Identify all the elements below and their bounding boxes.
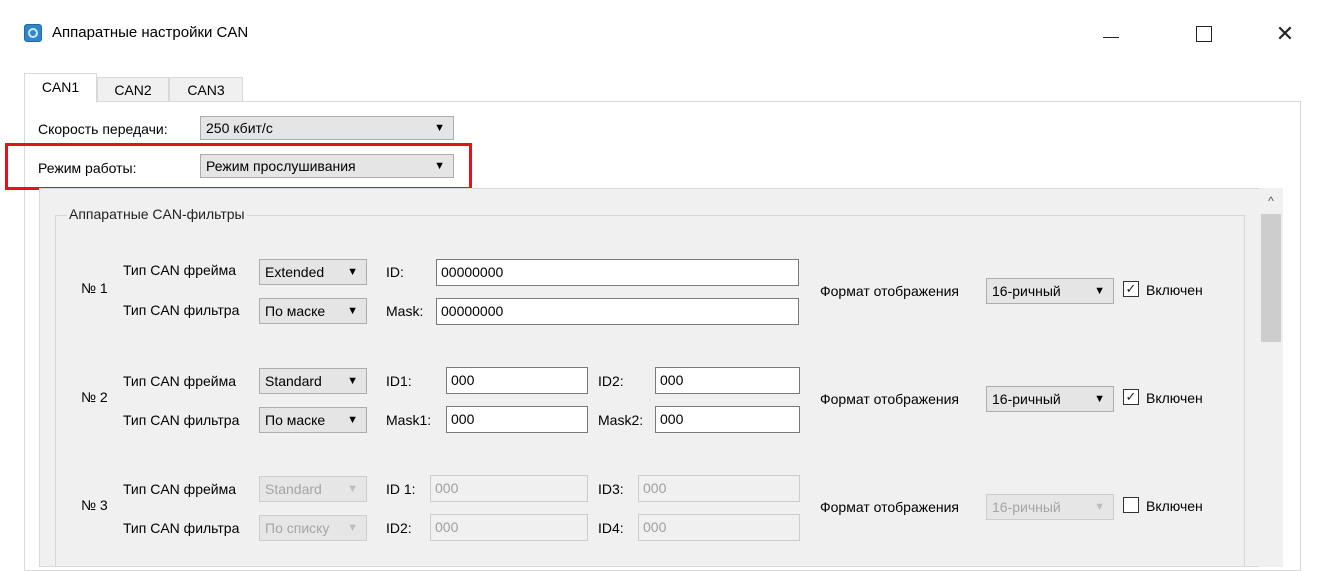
enabled-checkbox[interactable]: ✓ [1123, 389, 1139, 405]
tab-can2[interactable]: CAN2 [97, 77, 169, 102]
chevron-down-icon: ▼ [347, 375, 358, 387]
frame-type-value: Standard [265, 373, 322, 389]
id4-label: ID4: [598, 520, 624, 536]
id2-input[interactable]: 000 [655, 367, 800, 394]
tab-can3[interactable]: CAN3 [169, 77, 243, 102]
filter-type-label: Тип CAN фильтра [123, 520, 240, 536]
id2-label: ID2: [386, 520, 412, 536]
mode-highlight-box [5, 143, 472, 190]
format-value: 16-ричный [992, 391, 1061, 407]
frame-type-select[interactable]: Standard ▼ [259, 368, 367, 394]
mask-label: Mask: [386, 303, 424, 319]
filter-type-value: По списку [265, 520, 330, 536]
mask-input[interactable]: 00000000 [436, 298, 799, 325]
frame-type-select[interactable]: Extended ▼ [259, 259, 367, 285]
id4-input: 000 [638, 514, 800, 541]
window-title: Аппаратные настройки CAN [52, 24, 249, 41]
speed-value: 250 кбит/с [206, 120, 273, 136]
frame-type-value: Standard [265, 481, 322, 497]
enabled-label: Включен [1146, 390, 1203, 406]
enabled-checkbox[interactable]: ✓ [1123, 281, 1139, 297]
enabled-checkbox[interactable] [1123, 497, 1139, 513]
id1-input[interactable]: 000 [446, 367, 588, 394]
filter-type-select: По списку ▼ [259, 515, 367, 541]
id1-label: ID 1: [386, 481, 416, 497]
chevron-down-icon: ▼ [347, 266, 358, 278]
id2-label: ID2: [598, 373, 624, 389]
filter-type-select[interactable]: По маске ▼ [259, 298, 367, 324]
tab-can1[interactable]: CAN1 [24, 73, 97, 103]
filters-scroll-area: Аппаратные CAN-фильтры № 1 Тип CAN фрейм… [39, 188, 1278, 567]
format-value: 16-ричный [992, 499, 1061, 515]
chevron-down-icon: ▼ [347, 414, 358, 426]
vertical-scrollbar[interactable]: ^ [1259, 188, 1283, 567]
filter-number: № 2 [81, 389, 108, 405]
filters-group-title: Аппаратные CAN-фильтры [67, 206, 247, 222]
frame-type-select: Standard ▼ [259, 476, 367, 502]
speed-label: Скорость передачи: [38, 121, 168, 137]
frame-type-label: Тип CAN фрейма [123, 373, 236, 389]
format-label: Формат отображения [820, 499, 960, 515]
enabled-label: Включен [1146, 498, 1203, 514]
format-select[interactable]: 16-ричный ▼ [986, 278, 1114, 304]
app-icon [24, 24, 42, 42]
format-select[interactable]: 16-ричный ▼ [986, 386, 1114, 412]
minimize-button[interactable] [1088, 16, 1134, 52]
filter-type-value: По маске [265, 303, 326, 319]
title-bar: Аппаратные настройки CAN ✕ [0, 0, 1319, 66]
close-button[interactable]: ✕ [1262, 16, 1308, 52]
filter-number: № 1 [81, 280, 108, 296]
format-value: 16-ричный [992, 283, 1061, 299]
speed-select[interactable]: 250 кбит/с ▼ [200, 116, 454, 140]
id2-input: 000 [430, 514, 588, 541]
scroll-up-icon[interactable]: ^ [1259, 188, 1283, 214]
mask1-input[interactable]: 000 [446, 406, 588, 433]
chevron-down-icon: ▼ [347, 483, 358, 495]
chevron-down-icon: ▼ [347, 522, 358, 534]
chevron-down-icon: ▼ [434, 122, 445, 134]
filter-type-select[interactable]: По маске ▼ [259, 407, 367, 433]
mask2-input[interactable]: 000 [655, 406, 800, 433]
chevron-down-icon: ▼ [1094, 501, 1105, 513]
format-label: Формат отображения [820, 283, 960, 299]
enabled-label: Включен [1146, 282, 1203, 298]
id-input[interactable]: 00000000 [436, 259, 799, 286]
mask2-label: Mask2: [598, 412, 644, 428]
id-label: ID: [386, 264, 404, 280]
frame-type-label: Тип CAN фрейма [123, 262, 236, 278]
mask1-label: Mask1: [386, 412, 432, 428]
chevron-down-icon: ▼ [347, 305, 358, 317]
id1-input: 000 [430, 475, 588, 502]
scroll-thumb[interactable] [1261, 214, 1281, 342]
id3-label: ID3: [598, 481, 624, 497]
frame-type-value: Extended [265, 264, 325, 280]
chevron-down-icon: ▼ [1094, 393, 1105, 405]
format-select: 16-ричный ▼ [986, 494, 1114, 520]
filter-type-value: По маске [265, 412, 326, 428]
filter-number: № 3 [81, 497, 108, 513]
filter-type-label: Тип CAN фильтра [123, 412, 240, 428]
format-label: Формат отображения [820, 391, 960, 407]
frame-type-label: Тип CAN фрейма [123, 481, 236, 497]
filter-type-label: Тип CAN фильтра [123, 302, 240, 318]
id1-label: ID1: [386, 373, 412, 389]
maximize-button[interactable] [1181, 16, 1227, 52]
chevron-down-icon: ▼ [1094, 285, 1105, 297]
id3-input: 000 [638, 475, 800, 502]
